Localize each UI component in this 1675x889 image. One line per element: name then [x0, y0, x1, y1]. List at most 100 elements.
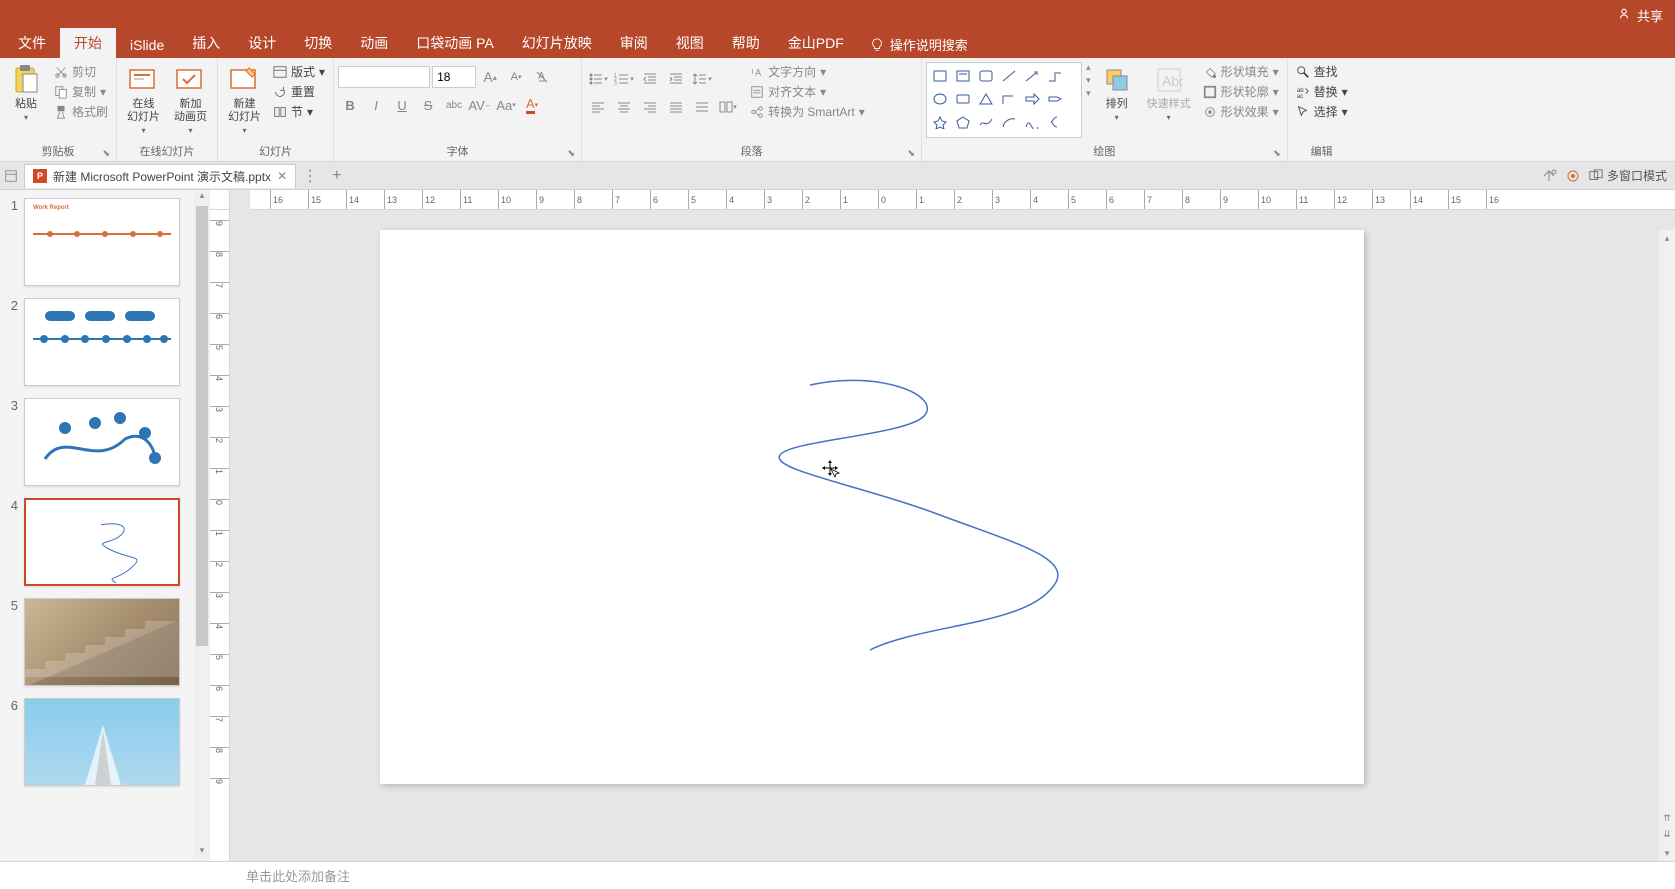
- shape-rounded-icon[interactable]: [975, 65, 997, 87]
- menu-tab-insert[interactable]: 插入: [178, 28, 234, 58]
- shape-triangle-icon[interactable]: [975, 88, 997, 110]
- shape-elbow-icon[interactable]: [998, 88, 1020, 110]
- character-spacing-button[interactable]: AV↔: [468, 94, 492, 116]
- change-case-button[interactable]: Aa▾: [494, 94, 518, 116]
- next-slide-icon[interactable]: ⇊: [1659, 829, 1675, 845]
- underline-button[interactable]: U: [390, 94, 414, 116]
- shape-arc-icon[interactable]: [998, 111, 1020, 133]
- align-right-button[interactable]: [638, 96, 662, 118]
- replace-button[interactable]: abac 替换▾: [1292, 82, 1352, 101]
- bullets-button[interactable]: ▾: [586, 68, 610, 90]
- shape-connector-icon[interactable]: [1044, 65, 1066, 87]
- strikethrough-button[interactable]: S: [416, 94, 440, 116]
- paste-button[interactable]: 粘贴 ▾: [4, 62, 48, 124]
- slide-thumb-4[interactable]: 4: [4, 498, 198, 586]
- align-left-button[interactable]: [586, 96, 610, 118]
- shape-arrow-line-icon[interactable]: [1021, 65, 1043, 87]
- scroll-down-icon[interactable]: ▾: [1659, 845, 1675, 861]
- slide-thumb-3[interactable]: 3: [4, 398, 198, 486]
- add-tab-button[interactable]: +: [324, 167, 349, 185]
- tell-me-search[interactable]: 操作说明搜索: [858, 31, 980, 58]
- slide-panel-scrollbar[interactable]: ▴ ▾: [194, 190, 210, 861]
- slide-thumb-5[interactable]: 5: [4, 598, 198, 686]
- clear-formatting-button[interactable]: A: [530, 66, 554, 88]
- text-shadow-button[interactable]: abc: [442, 94, 466, 116]
- decrease-indent-button[interactable]: [638, 68, 662, 90]
- slide-thumb-1[interactable]: 1 Work Report: [4, 198, 198, 286]
- launcher-icon[interactable]: ⬊: [102, 148, 110, 159]
- menu-tab-pocket-anim[interactable]: 口袋动画 PA: [402, 28, 508, 58]
- notes-bar[interactable]: 单击此处添加备注: [0, 861, 1675, 889]
- menu-tab-home[interactable]: 开始: [60, 28, 116, 58]
- share-label[interactable]: 共享: [1637, 6, 1663, 25]
- menu-tab-file[interactable]: 文件: [4, 28, 60, 58]
- decrease-font-button[interactable]: A▾: [504, 66, 528, 88]
- menu-tab-transition[interactable]: 切换: [290, 28, 346, 58]
- quick-styles-button[interactable]: Abc 快速样式 ▾: [1141, 62, 1197, 124]
- shape-effects-button[interactable]: 形状效果▾: [1199, 102, 1283, 121]
- scroll-up-icon[interactable]: ▴: [1659, 230, 1675, 246]
- slide-thumbnail-panel[interactable]: 1 Work Report 2: [0, 190, 210, 861]
- share-icon[interactable]: [1617, 7, 1631, 24]
- gallery-down-icon[interactable]: ▾: [1086, 75, 1091, 86]
- editor-vertical-scrollbar[interactable]: ▴ ⇈ ⇊ ▾: [1659, 230, 1675, 861]
- vertical-ruler[interactable]: 9876543210123456789: [210, 210, 230, 861]
- shape-outline-button[interactable]: 形状轮廓▾: [1199, 82, 1283, 101]
- multi-window-button[interactable]: 多窗口模式: [1589, 167, 1667, 184]
- italic-button[interactable]: I: [364, 94, 388, 116]
- layout-button[interactable]: 版式▾: [269, 62, 329, 81]
- close-tab-button[interactable]: ✕: [277, 169, 287, 183]
- prev-slide-icon[interactable]: ⇈: [1659, 813, 1675, 829]
- launcher-icon[interactable]: ⬊: [1273, 148, 1281, 159]
- distribute-button[interactable]: [690, 96, 714, 118]
- increase-indent-button[interactable]: [664, 68, 688, 90]
- document-tab[interactable]: P 新建 Microsoft PowerPoint 演示文稿.pptx ✕: [24, 164, 296, 188]
- bold-button[interactable]: B: [338, 94, 362, 116]
- tab-option-1[interactable]: [1541, 168, 1557, 184]
- select-button[interactable]: 选择▾: [1292, 102, 1352, 121]
- font-family-combo[interactable]: [338, 66, 430, 88]
- menu-tab-help[interactable]: 帮助: [718, 28, 774, 58]
- shape-roundrect2-icon[interactable]: [952, 88, 974, 110]
- add-animation-page-button[interactable]: 新加 动画页 ▾: [168, 62, 213, 137]
- shape-rect-icon[interactable]: [929, 65, 951, 87]
- justify-button[interactable]: [664, 96, 688, 118]
- shape-pentagon-icon[interactable]: [952, 111, 974, 133]
- menu-tab-kingsoft-pdf[interactable]: 金山PDF: [774, 28, 858, 58]
- launcher-icon[interactable]: ⬊: [568, 148, 576, 159]
- align-text-button[interactable]: 对齐文本▾: [746, 82, 869, 101]
- doc-icon-left[interactable]: [4, 169, 18, 183]
- slide-thumb-2[interactable]: 2: [4, 298, 198, 386]
- shape-star-icon[interactable]: [929, 111, 951, 133]
- line-spacing-button[interactable]: ▾: [690, 68, 714, 90]
- menu-tab-review[interactable]: 审阅: [606, 28, 662, 58]
- shape-freeform-icon[interactable]: [975, 111, 997, 133]
- convert-smartart-button[interactable]: 转换为 SmartArt▾: [746, 102, 869, 121]
- reset-button[interactable]: 重置: [269, 82, 329, 101]
- online-slides-button[interactable]: 在线 幻灯片 ▾: [121, 62, 166, 137]
- shape-textbox-icon[interactable]: [952, 65, 974, 87]
- menu-tab-view[interactable]: 视图: [662, 28, 718, 58]
- shape-line-icon[interactable]: [998, 65, 1020, 87]
- canvas-area[interactable]: [230, 210, 1675, 861]
- slide-canvas[interactable]: [380, 230, 1364, 784]
- menu-tab-slideshow[interactable]: 幻灯片放映: [508, 28, 606, 58]
- shape-arrow-right-icon[interactable]: [1021, 88, 1043, 110]
- shape-curve-icon[interactable]: [1021, 111, 1043, 133]
- scrollbar-thumb[interactable]: [196, 206, 208, 646]
- menu-tab-islide[interactable]: iSlide: [116, 32, 178, 58]
- columns-button[interactable]: ▾: [716, 96, 740, 118]
- slide-thumb-6[interactable]: 6: [4, 698, 198, 786]
- shape-arrow-block-icon[interactable]: [1044, 88, 1066, 110]
- gallery-more-icon[interactable]: ▾: [1086, 88, 1091, 99]
- align-center-button[interactable]: [612, 96, 636, 118]
- font-size-combo[interactable]: [432, 66, 476, 88]
- arrange-button[interactable]: 排列 ▾: [1095, 62, 1139, 124]
- find-button[interactable]: 查找: [1292, 62, 1352, 81]
- text-direction-button[interactable]: IA 文字方向▾: [746, 62, 869, 81]
- cut-button[interactable]: 剪切: [50, 62, 112, 81]
- gallery-up-icon[interactable]: ▴: [1086, 62, 1091, 73]
- new-slide-button[interactable]: 新建 幻灯片 ▾: [222, 62, 267, 137]
- shape-oval-icon[interactable]: [929, 88, 951, 110]
- numbering-button[interactable]: 123▾: [612, 68, 636, 90]
